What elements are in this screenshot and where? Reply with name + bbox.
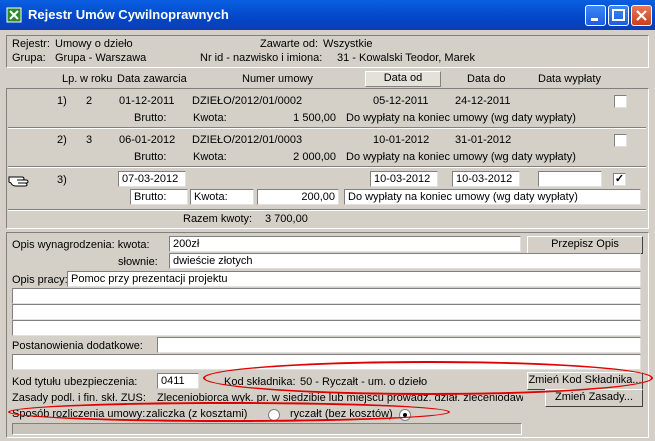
rejestr-label: Rejestr: (12, 38, 50, 50)
close-icon (636, 10, 647, 21)
opis-pracy-input[interactable]: Pomoc przy prezentacji projektu (67, 271, 641, 287)
row-separator (8, 209, 646, 211)
opis-kwota-input[interactable]: 200zł (169, 236, 521, 252)
row-lp: 1) (57, 95, 67, 107)
close-button[interactable] (631, 5, 652, 26)
row-lp: 3) (57, 174, 67, 186)
col-data-od[interactable]: Data od (365, 71, 441, 87)
maximize-icon (612, 9, 625, 21)
col-data-zawarcia: Data zawarcia (117, 73, 187, 85)
nrid-label: Nr id - nazwisko i imiona: (200, 52, 323, 64)
row-data-do-input[interactable]: 10-03-2012 (452, 171, 520, 187)
window-title: Rejestr Umów Cywilnoprawnych (28, 7, 229, 22)
row-data-od-input[interactable]: 10-03-2012 (370, 171, 438, 187)
opis-pracy-label: Opis pracy: (12, 274, 68, 286)
pointing-hand-icon (8, 176, 29, 187)
row-numer: DZIEŁO/2012/01/0003 (192, 134, 303, 146)
row-wyplata: Do wypłaty na koniec umowy (wg daty wypł… (346, 151, 576, 163)
row-wroku: 2 (86, 95, 93, 107)
row-data-do: 31-01-2012 (455, 134, 512, 146)
row-checkbox[interactable] (614, 134, 627, 147)
row-separator (8, 127, 646, 129)
col-data-od-label: Data od (383, 72, 423, 84)
slownie-label: słownie: (118, 256, 158, 268)
kod-tytulu-label: Kod tytułu ubezpieczenia: (12, 376, 138, 388)
row-brutto-label: Brutto: (134, 112, 167, 124)
opis-pracy-line-4[interactable] (12, 320, 641, 336)
opis-pracy-line-3[interactable] (12, 304, 641, 320)
row-wroku: 3 (86, 134, 93, 146)
row-wyplata: Do wypłaty na koniec umowy (wg daty wypł… (346, 112, 576, 124)
row-checkbox[interactable] (614, 95, 627, 108)
row-kwota: 2 000,00 (293, 151, 336, 163)
col-data-do: Data do (467, 73, 506, 85)
minimize-button[interactable] (585, 5, 606, 26)
summary-value: 3 700,00 (265, 213, 308, 225)
row-checkbox[interactable]: ✓ (613, 173, 626, 186)
row-kwota-label: Kwota: (193, 151, 227, 163)
col-data-wyplaty: Data wypłaty (538, 73, 601, 85)
col-lp: Lp. (62, 73, 78, 85)
nrid-value: 31 - Kowalski Teodor, Marek (337, 52, 475, 64)
annotation-oval-sposob (8, 402, 450, 422)
slownie-input[interactable]: dwieście złotych (169, 253, 641, 269)
row-data-zawarcia-input[interactable]: 07-03-2012 (118, 171, 186, 187)
opis-pracy-line-2[interactable] (12, 288, 641, 304)
przepisz-opis-button[interactable]: Przepisz Opis Umowy... (527, 236, 643, 264)
row-kwota-input[interactable]: 200,00 (257, 189, 339, 205)
row-wyplata-select[interactable]: Do wypłaty na koniec umowy (wg daty wypł… (344, 189, 641, 205)
row-data-zawarcia: 06-01-2012 (119, 134, 176, 146)
status-strip (12, 423, 522, 435)
zawarte-label: Zawarte od: (260, 38, 319, 50)
rejestr-value: Umowy o dzieło (55, 38, 133, 50)
grupa-value: Grupa - Warszawa (55, 52, 147, 64)
row-data-zawarcia: 01-12-2011 (119, 95, 175, 107)
row-data-wyplaty-input[interactable] (538, 171, 602, 187)
title-bar[interactable]: Rejestr Umów Cywilnoprawnych (0, 0, 655, 30)
col-wroku: w roku (80, 73, 113, 85)
grupa-label: Grupa: (12, 52, 46, 64)
maximize-button[interactable] (608, 5, 629, 26)
row-kwota-label-field: Kwota: (190, 189, 254, 205)
annotation-oval-kod (203, 361, 653, 395)
postanowienia-label: Postanowienia dodatkowe: (12, 340, 143, 352)
row-brutto-label: Brutto: (134, 151, 167, 163)
kod-tytulu-input[interactable]: 0411 (157, 373, 199, 389)
row-lp: 2) (57, 134, 67, 146)
row-kwota: 1 500,00 (293, 112, 336, 124)
row-data-do: 24-12-2011 (455, 95, 511, 107)
minimize-icon (591, 18, 598, 21)
postanowienia-input[interactable] (157, 337, 641, 353)
row-numer: DZIEŁO/2012/01/0002 (192, 95, 303, 107)
col-numer-umowy: Numer umowy (242, 73, 313, 85)
row-kwota-label: Kwota: (193, 112, 227, 124)
row-data-od: 05-12-2011 (373, 95, 429, 107)
zawarte-value: Wszystkie (323, 38, 373, 50)
summary-label: Razem kwoty: (183, 213, 253, 225)
row-data-od: 10-01-2012 (373, 134, 430, 146)
row-brutto-field[interactable]: Brutto: (130, 189, 188, 205)
app-icon (6, 7, 22, 23)
row-separator (8, 166, 646, 168)
opis-label: Opis wynagrodzenia: kwota: (12, 239, 150, 251)
